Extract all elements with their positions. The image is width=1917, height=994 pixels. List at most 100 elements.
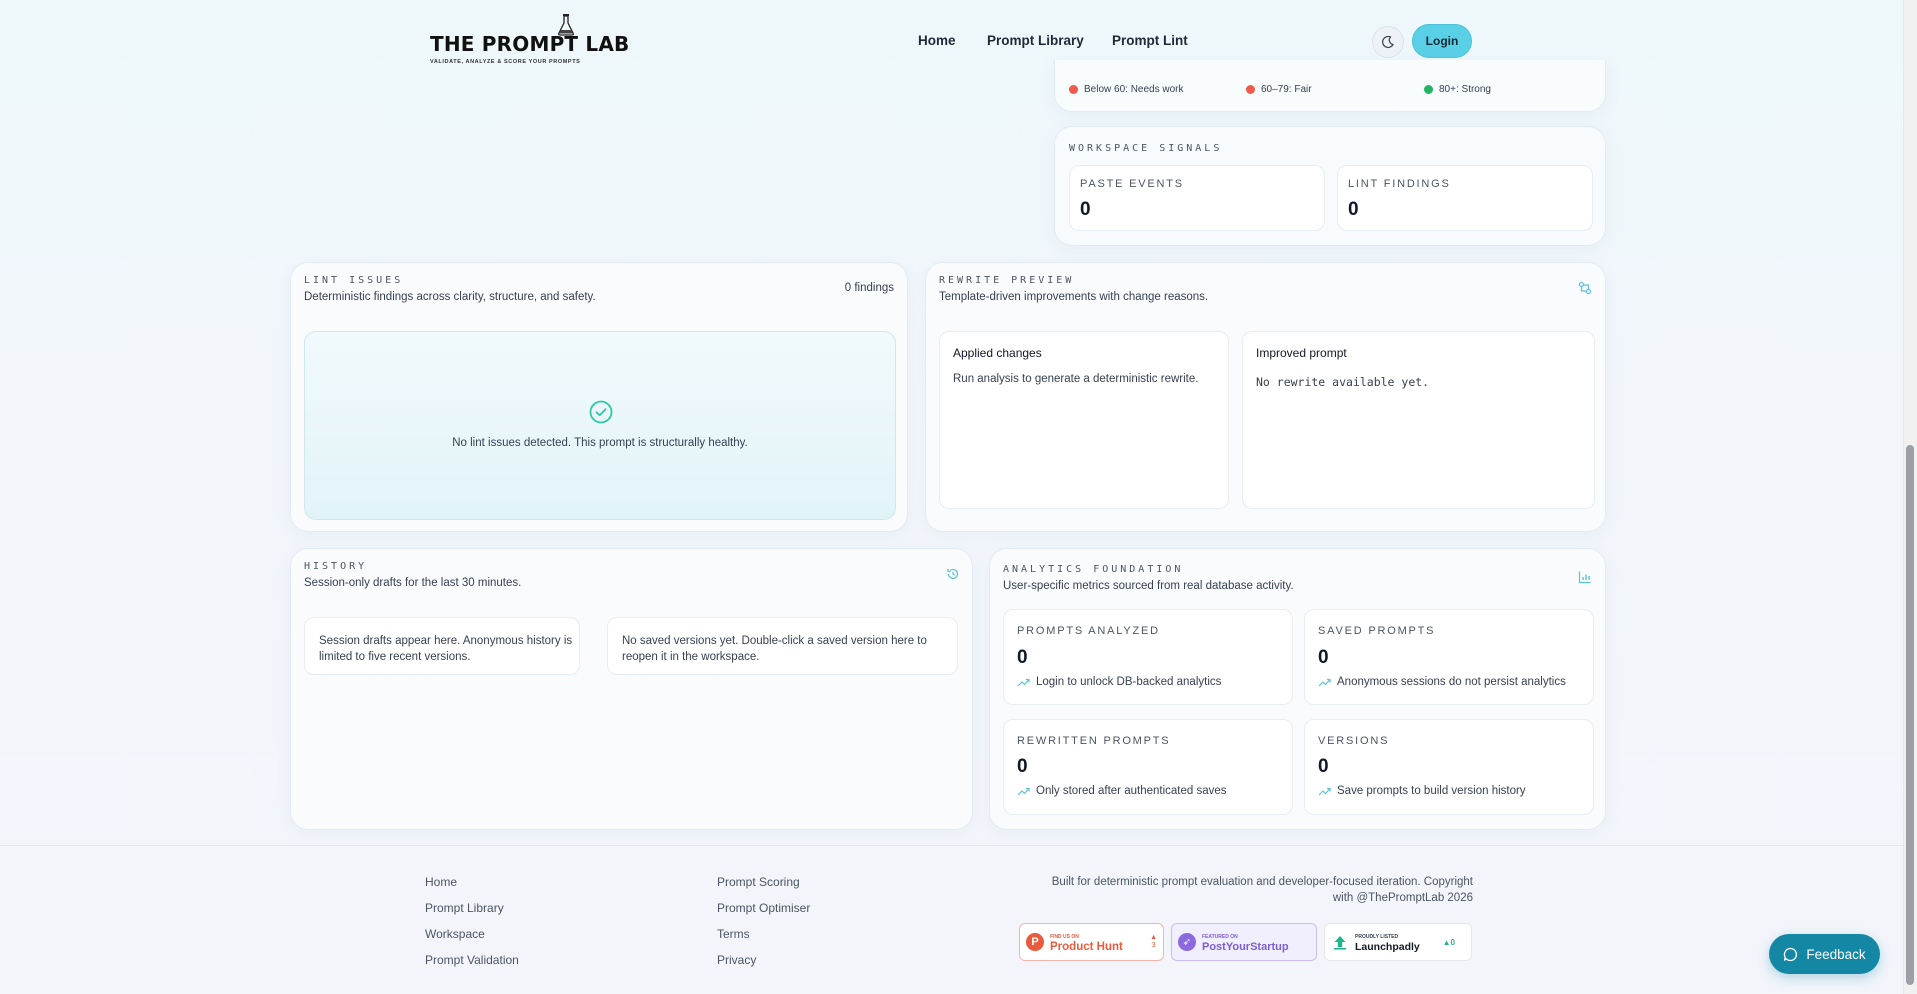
bar-chart-icon[interactable] bbox=[1578, 570, 1592, 584]
lint-findings-label: LINT FINDINGS bbox=[1348, 178, 1451, 190]
metric-note-row: Only stored after authenticated saves bbox=[1017, 785, 1227, 797]
metric-value: 0 bbox=[1017, 756, 1028, 777]
theme-toggle-button[interactable] bbox=[1372, 26, 1404, 58]
git-compare-icon[interactable] bbox=[1578, 281, 1592, 295]
upvote-count: ▲ 3 bbox=[1150, 934, 1157, 949]
metric-note-row: Login to unlock DB-backed analytics bbox=[1017, 676, 1221, 688]
feedback-label: Feedback bbox=[1806, 946, 1866, 962]
improved-prompt-title: Improved prompt bbox=[1256, 346, 1347, 360]
nav-prompt-lint[interactable]: Prompt Lint bbox=[1112, 33, 1188, 48]
badge-name: PostYourStartup bbox=[1202, 941, 1289, 953]
legend-needs-work: Below 60: Needs work bbox=[1069, 84, 1184, 95]
applied-changes-text: Run analysis to generate a deterministic… bbox=[953, 373, 1199, 385]
analytics-subtitle: User-specific metrics sourced from real … bbox=[1003, 580, 1294, 592]
upvote-arrow-icon: ▲ bbox=[1150, 934, 1157, 941]
analytics-card: ANALYTICS FOUNDATION User-specific metri… bbox=[989, 548, 1606, 830]
trend-up-icon bbox=[1017, 787, 1030, 795]
metric-value: 0 bbox=[1318, 647, 1329, 668]
logo-title[interactable]: THE PROMPT LAB bbox=[430, 32, 630, 56]
footer-about: Built for deterministic prompt evaluatio… bbox=[1000, 874, 1473, 906]
moon-icon bbox=[1382, 35, 1394, 49]
status-dot-red bbox=[1246, 85, 1255, 94]
lint-empty-state: No lint issues detected. This prompt is … bbox=[304, 331, 896, 520]
footer-about-line1: Built for deterministic prompt evaluatio… bbox=[1051, 876, 1473, 888]
improved-prompt-panel: Improved prompt No rewrite available yet… bbox=[1242, 331, 1595, 509]
status-dot-green bbox=[1424, 85, 1433, 94]
metric-prompts-analyzed: PROMPTS ANALYZED 0 Login to unlock DB-ba… bbox=[1003, 609, 1293, 705]
rewrite-preview-title: REWRITE PREVIEW bbox=[939, 275, 1075, 286]
login-button[interactable]: Login bbox=[1412, 24, 1472, 58]
session-drafts-text: Session drafts appear here. Anonymous hi… bbox=[319, 635, 573, 663]
saved-versions-text: No saved versions yet. Double-click a sa… bbox=[622, 635, 927, 663]
trend-up-icon bbox=[1017, 678, 1030, 686]
legend-label: 80+: Strong bbox=[1439, 84, 1491, 95]
check-circle-icon bbox=[589, 400, 613, 424]
footer-divider bbox=[0, 845, 1903, 846]
improved-prompt-text: No rewrite available yet. bbox=[1256, 375, 1430, 389]
flask-icon bbox=[558, 14, 574, 36]
applied-changes-title: Applied changes bbox=[953, 346, 1042, 360]
history-card: HISTORY Session-only drafts for the last… bbox=[290, 548, 973, 830]
findings-count: 0 findings bbox=[844, 282, 894, 294]
chat-bubble-icon bbox=[1784, 947, 1798, 961]
scrollbar-thumb[interactable] bbox=[1906, 445, 1914, 985]
metric-label: VERSIONS bbox=[1318, 735, 1390, 747]
lint-findings-value: 0 bbox=[1348, 199, 1359, 220]
footer-about-line2: with @ThePromptLab 2026 bbox=[1332, 892, 1473, 904]
saved-versions-panel: No saved versions yet. Double-click a sa… bbox=[607, 617, 958, 675]
legend-fair: 60–79: Fair bbox=[1246, 84, 1312, 95]
postyourstartup-badge[interactable]: ➶ FEATURED ON PostYourStartup bbox=[1171, 923, 1317, 961]
nav-prompt-library[interactable]: Prompt Library bbox=[987, 33, 1084, 48]
footer-link-terms[interactable]: Terms bbox=[717, 927, 750, 941]
footer-link-home[interactable]: Home bbox=[425, 875, 457, 889]
history-subtitle: Session-only drafts for the last 30 minu… bbox=[304, 577, 522, 589]
analytics-title: ANALYTICS FOUNDATION bbox=[1003, 564, 1184, 575]
metric-note: Only stored after authenticated saves bbox=[1036, 785, 1227, 797]
paste-events-label: PASTE EVENTS bbox=[1080, 178, 1184, 190]
rewrite-preview-card: REWRITE PREVIEW Template-driven improvem… bbox=[925, 262, 1606, 532]
metric-note: Save prompts to build version history bbox=[1337, 785, 1526, 797]
paste-events-value: 0 bbox=[1080, 199, 1091, 220]
footer-link-privacy[interactable]: Privacy bbox=[717, 953, 756, 967]
metric-note: Login to unlock DB-backed analytics bbox=[1036, 676, 1222, 688]
nav-home[interactable]: Home bbox=[918, 33, 956, 48]
upload-arrow-icon bbox=[1334, 936, 1346, 950]
metric-label: REWRITTEN PROMPTS bbox=[1017, 735, 1171, 747]
metric-note-row: Anonymous sessions do not persist analyt… bbox=[1318, 676, 1566, 688]
workspace-signals-title: WORKSPACE SIGNALS bbox=[1069, 143, 1223, 154]
lint-issues-subtitle: Deterministic findings across clarity, s… bbox=[304, 291, 596, 303]
badge-name: Product Hunt bbox=[1050, 941, 1123, 953]
launchpadly-count: ▲0 bbox=[1442, 937, 1455, 947]
launchpadly-badge[interactable]: PROUDLY LISTED Launchpadly ▲0 bbox=[1324, 923, 1472, 961]
metric-rewritten-prompts: REWRITTEN PROMPTS 0 Only stored after au… bbox=[1003, 719, 1293, 815]
legend-label: Below 60: Needs work bbox=[1084, 84, 1184, 95]
legend-label: 60–79: Fair bbox=[1261, 84, 1312, 95]
feedback-button[interactable]: Feedback bbox=[1769, 934, 1880, 974]
metric-note-row: Save prompts to build version history bbox=[1318, 785, 1526, 797]
paste-events-tile: PASTE EVENTS 0 bbox=[1069, 165, 1325, 231]
status-dot-red bbox=[1069, 85, 1078, 94]
session-drafts-panel: Session drafts appear here. Anonymous hi… bbox=[304, 617, 580, 675]
score-legend-card: Below 60: Needs work 60–79: Fair 80+: St… bbox=[1054, 60, 1606, 112]
metric-label: SAVED PROMPTS bbox=[1318, 625, 1436, 637]
applied-changes-panel: Applied changes Run analysis to generate… bbox=[939, 331, 1229, 509]
metric-value: 0 bbox=[1017, 647, 1028, 668]
badge-name: Launchpadly bbox=[1355, 941, 1420, 953]
metric-label: PROMPTS ANALYZED bbox=[1017, 625, 1160, 637]
footer-link-prompt-validation[interactable]: Prompt Validation bbox=[425, 953, 519, 967]
history-icon[interactable] bbox=[946, 567, 960, 581]
product-hunt-badge[interactable]: P FIND US ON Product Hunt ▲ 3 bbox=[1019, 923, 1164, 961]
metric-note: Anonymous sessions do not persist analyt… bbox=[1337, 676, 1566, 688]
footer-link-prompt-library[interactable]: Prompt Library bbox=[425, 901, 504, 915]
footer-link-workspace[interactable]: Workspace bbox=[425, 927, 485, 941]
footer-link-prompt-optimiser[interactable]: Prompt Optimiser bbox=[717, 901, 810, 915]
metric-saved-prompts: SAVED PROMPTS 0 Anonymous sessions do no… bbox=[1304, 609, 1594, 705]
workspace-signals-card: WORKSPACE SIGNALS PASTE EVENTS 0 LINT FI… bbox=[1054, 126, 1606, 246]
upvote-arrow-icon: ▲ bbox=[1442, 937, 1451, 947]
rocket-icon: ➶ bbox=[1178, 933, 1196, 951]
trend-up-icon bbox=[1318, 787, 1331, 795]
metric-value: 0 bbox=[1318, 756, 1329, 777]
footer-link-prompt-scoring[interactable]: Prompt Scoring bbox=[717, 875, 800, 889]
trend-up-icon bbox=[1318, 678, 1331, 686]
lint-issues-card: LINT ISSUES Deterministic findings acros… bbox=[290, 262, 908, 532]
